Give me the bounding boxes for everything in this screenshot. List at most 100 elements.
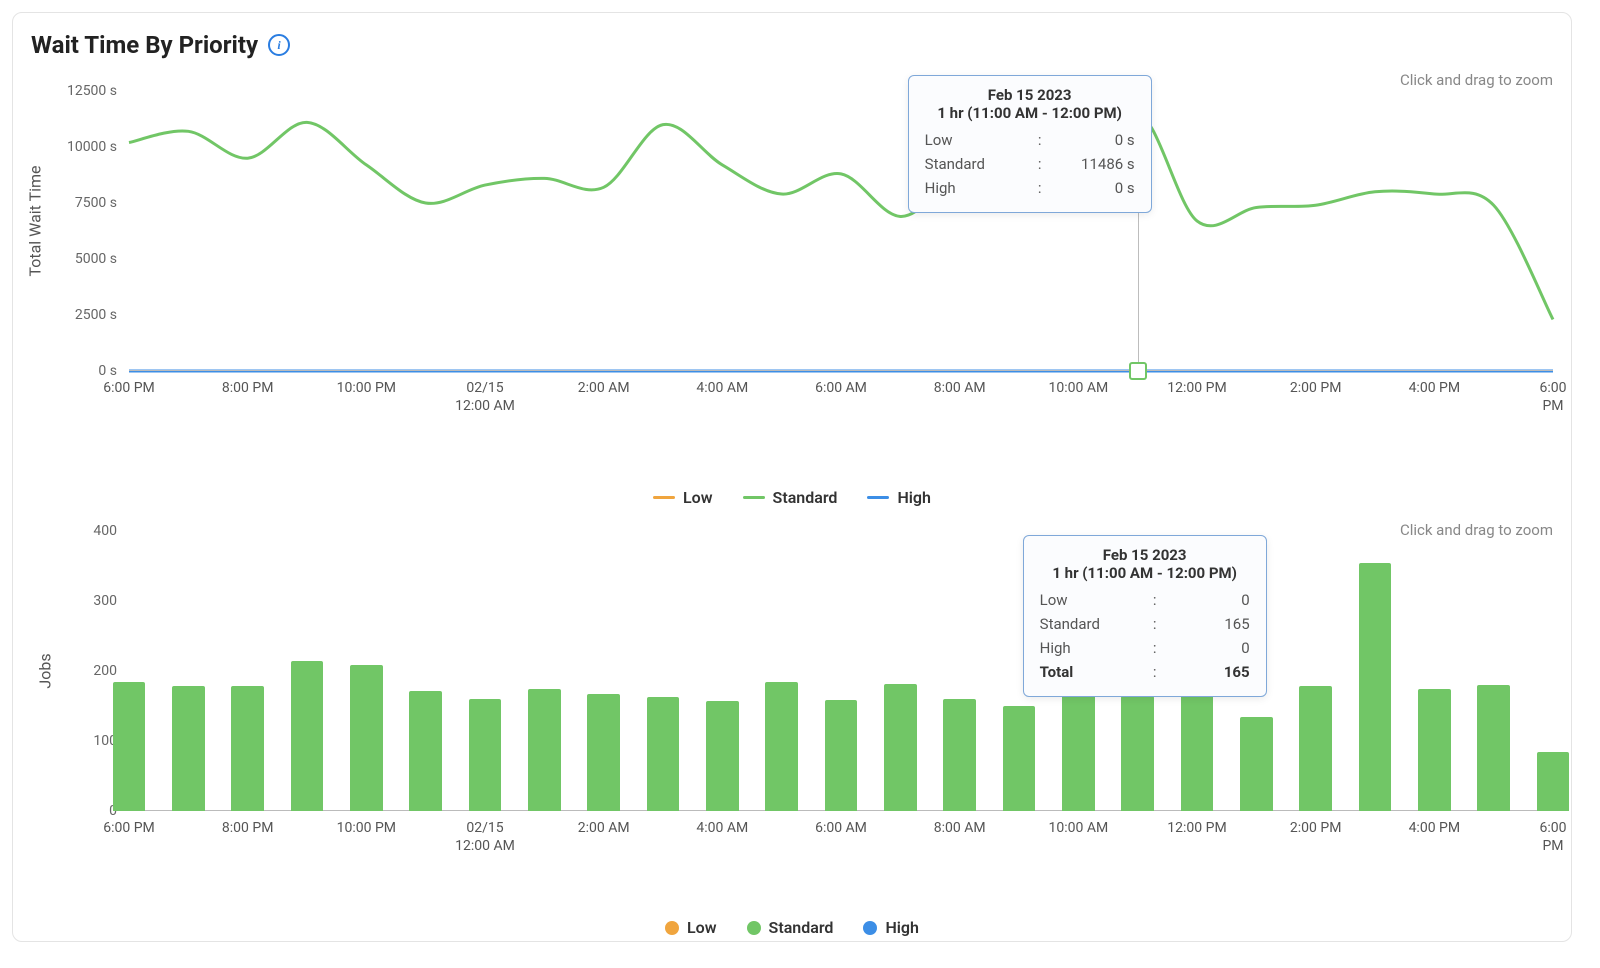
legend-item-low[interactable]: Low — [665, 918, 717, 937]
bar[interactable] — [350, 665, 383, 811]
x-tick-label: 02/1512:00 AM — [455, 379, 515, 415]
y-tick-label: 400 — [93, 523, 117, 539]
tooltip-row: Low:0 s — [925, 128, 1135, 152]
tooltip-row: Standard:165 — [1040, 612, 1250, 636]
x-axis-line — [129, 370, 1553, 371]
bar-chart-tooltip: Feb 15 2023 1 hr (11:00 AM - 12:00 PM) L… — [1023, 535, 1267, 697]
y-tick-label: 200 — [93, 663, 117, 679]
x-tick-label: 4:00 AM — [696, 819, 748, 837]
legend-swatch-low — [665, 921, 679, 935]
y-tick-label: 10000 s — [67, 139, 117, 155]
bar[interactable] — [1181, 693, 1214, 811]
bar[interactable] — [113, 682, 146, 812]
y-tick-label: 2500 s — [75, 307, 117, 323]
legend-item-standard[interactable]: Standard — [743, 488, 838, 507]
line-plot-area[interactable] — [129, 91, 1553, 371]
bar[interactable] — [409, 691, 442, 811]
bar[interactable] — [1121, 696, 1154, 812]
x-tick-label: 4:00 AM — [696, 379, 748, 397]
legend-label-standard: Standard — [773, 488, 838, 507]
y-tick-label: 300 — [93, 593, 117, 609]
tooltip-date: Feb 15 2023 — [1040, 546, 1250, 564]
bar[interactable] — [647, 697, 680, 811]
bar[interactable] — [825, 700, 858, 811]
x-tick-label: 2:00 AM — [578, 819, 630, 837]
line-chart-legend: Low Standard High — [31, 466, 1553, 515]
y-axis-labels: 0 s2500 s5000 s7500 s10000 s12500 s — [51, 91, 123, 371]
x-tick-label: 12:00 PM — [1167, 379, 1226, 397]
legend-item-low[interactable]: Low — [653, 488, 713, 507]
bar[interactable] — [172, 686, 205, 811]
bar[interactable] — [884, 684, 917, 811]
bar[interactable] — [1418, 689, 1451, 812]
x-tick-label: 10:00 AM — [1048, 379, 1108, 397]
legend-swatch-standard — [743, 496, 765, 499]
tooltip-row: High:0 — [1040, 636, 1250, 660]
x-tick-label: 10:00 PM — [337, 819, 396, 837]
line-plot[interactable]: 0 s2500 s5000 s7500 s10000 s12500 s — [51, 91, 1553, 371]
x-tick-label: 2:00 PM — [1290, 379, 1342, 397]
x-tick-label: 6:00 PM — [103, 379, 155, 397]
bar[interactable] — [469, 699, 502, 811]
legend-item-standard[interactable]: Standard — [747, 918, 834, 937]
bar[interactable] — [943, 699, 976, 811]
x-tick-label: 8:00 PM — [222, 819, 274, 837]
y-tick-label: 12500 s — [67, 83, 117, 99]
x-tick-label: 6:00 PM — [103, 819, 155, 837]
legend-label-high: High — [897, 488, 931, 507]
x-tick-label: 8:00 AM — [934, 819, 986, 837]
x-tick-label: 6:00 AM — [815, 379, 867, 397]
y-tick-label: 7500 s — [75, 195, 117, 211]
y-tick-label: 5000 s — [75, 251, 117, 267]
x-tick-label: 8:00 PM — [222, 379, 274, 397]
legend-item-high[interactable]: High — [863, 918, 919, 937]
bar[interactable] — [1477, 685, 1510, 811]
bar-chart-legend: Low Standard High — [31, 896, 1553, 945]
bar[interactable] — [291, 661, 324, 812]
bar[interactable] — [587, 694, 620, 811]
panel: Wait Time By Priority i Click and drag t… — [12, 12, 1572, 942]
bar[interactable] — [1240, 717, 1273, 812]
x-tick-label: 02/1512:00 AM — [455, 819, 515, 855]
legend-label-low: Low — [683, 488, 713, 507]
hover-marker-square — [1129, 362, 1147, 380]
page-title: Wait Time By Priority — [31, 31, 258, 59]
zoom-hint: Click and drag to zoom — [1400, 71, 1553, 89]
legend-swatch-high — [863, 921, 877, 935]
bar[interactable] — [1003, 706, 1036, 811]
title-row: Wait Time By Priority i — [31, 31, 1553, 59]
bar[interactable] — [706, 701, 739, 811]
legend-label-high: High — [885, 918, 919, 937]
legend-label-low: Low — [687, 918, 717, 937]
x-tick-label: 6:00 PM — [1540, 379, 1567, 415]
tooltip-range: 1 hr (11:00 AM - 12:00 PM) — [1040, 564, 1250, 582]
tooltip-row: Total:165 — [1040, 660, 1250, 684]
x-tick-label: 4:00 PM — [1409, 379, 1461, 397]
x-tick-label: 2:00 AM — [578, 379, 630, 397]
bar-plot-area[interactable] — [129, 531, 1553, 811]
y-tick-label: 0 s — [98, 363, 117, 379]
info-icon[interactable]: i — [268, 34, 290, 56]
bar-plot[interactable]: 0100200300400 — [51, 531, 1553, 811]
tooltip-range: 1 hr (11:00 AM - 12:00 PM) — [925, 104, 1135, 122]
bar[interactable] — [1537, 752, 1570, 812]
x-tick-label: 12:00 PM — [1167, 819, 1226, 837]
jobs-bar-chart[interactable]: Click and drag to zoom Jobs 010020030040… — [31, 521, 1553, 841]
legend-label-standard: Standard — [769, 918, 834, 937]
bar[interactable] — [528, 689, 561, 812]
bar[interactable] — [1359, 563, 1392, 812]
wait-time-line-chart[interactable]: Click and drag to zoom Total Wait Time 0… — [31, 71, 1553, 411]
tooltip-date: Feb 15 2023 — [925, 86, 1135, 104]
line-svg — [129, 91, 1553, 371]
tooltip-row: Low:0 — [1040, 588, 1250, 612]
bar[interactable] — [231, 686, 264, 811]
bars-container — [129, 531, 1553, 811]
bar[interactable] — [765, 682, 798, 812]
legend-item-high[interactable]: High — [867, 488, 931, 507]
x-tick-label: 6:00 PM — [1540, 819, 1567, 855]
bar[interactable] — [1299, 686, 1332, 811]
x-tick-label: 6:00 AM — [815, 819, 867, 837]
tooltip-row: High:0 s — [925, 176, 1135, 200]
x-tick-label: 2:00 PM — [1290, 819, 1342, 837]
x-tick-label: 10:00 AM — [1048, 819, 1108, 837]
